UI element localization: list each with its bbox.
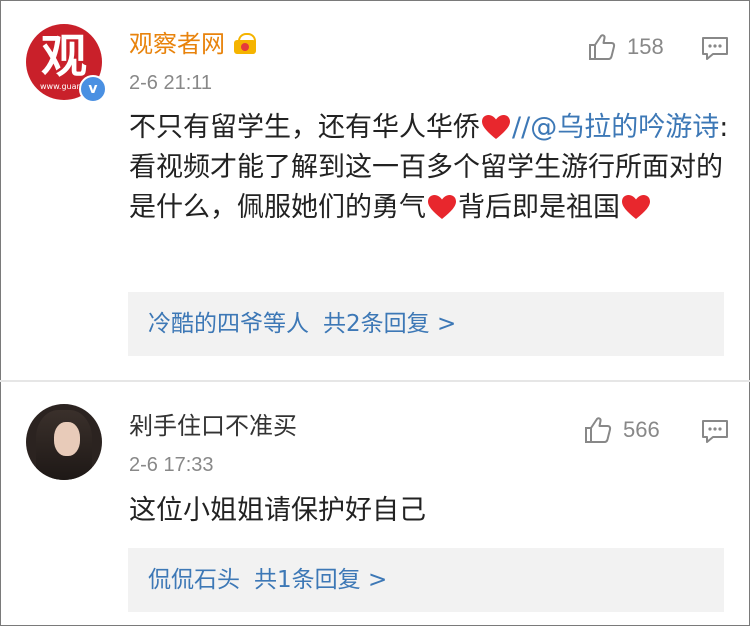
reply-users[interactable]: 冷酷的四爷等人 [148,311,309,337]
thumbs-up-icon [589,34,616,60]
like-button[interactable]: 158 [587,32,664,62]
comment-time: 2-6 21:11 [129,72,213,94]
username[interactable]: 观察者网 [129,28,257,60]
username-text[interactable]: 观察者网 [129,30,225,58]
heart-emoji-icon [428,195,456,219]
like-count: 158 [627,34,664,59]
thumbs-up-icon [585,417,612,443]
avatar-face [54,422,80,456]
crown-vip-icon [233,33,257,55]
reply-users[interactable]: 侃侃石头 [148,567,240,593]
comment-item: 剁手住口不准买 2-6 17:33 566 这位小姐姐请保护好自己 侃侃石头 共1… [0,382,750,626]
like-button[interactable]: 566 [583,415,660,445]
comment-item: 观 www.guancha.cn v 观察者网 2-6 21:11 158 不只… [0,0,750,380]
heart-emoji-icon [482,115,510,139]
replies-summary[interactable]: 侃侃石头 共1条回复 > [128,548,724,612]
comment-text-part: 不只有留学生，还有华人华侨 [129,112,480,143]
mention-link[interactable]: @乌拉的吟游诗 [530,112,719,143]
comment-text-part: 背后即是祖国 [458,192,620,223]
comment-text: 不只有留学生，还有华人华侨//@乌拉的吟游诗: 看视频才能了解到这一百多个留学生… [129,108,729,228]
reply-count-link[interactable]: 共1条回复 > [254,567,387,593]
heart-emoji-icon [622,195,650,219]
comment-time: 2-6 17:33 [129,454,214,476]
verified-badge-icon: v [79,75,107,103]
repost-separator: // [512,112,531,143]
comment-text: 这位小姐姐请保护好自己 [129,495,426,526]
comment-reply-icon[interactable] [701,419,729,445]
replies-summary[interactable]: 冷酷的四爷等人 共2条回复 > [128,292,724,356]
reply-count-link[interactable]: 共2条回复 > [323,311,456,337]
avatar[interactable] [26,404,102,480]
like-count: 566 [623,417,660,442]
username[interactable]: 剁手住口不准买 [129,410,297,442]
comment-reply-icon[interactable] [701,36,729,62]
